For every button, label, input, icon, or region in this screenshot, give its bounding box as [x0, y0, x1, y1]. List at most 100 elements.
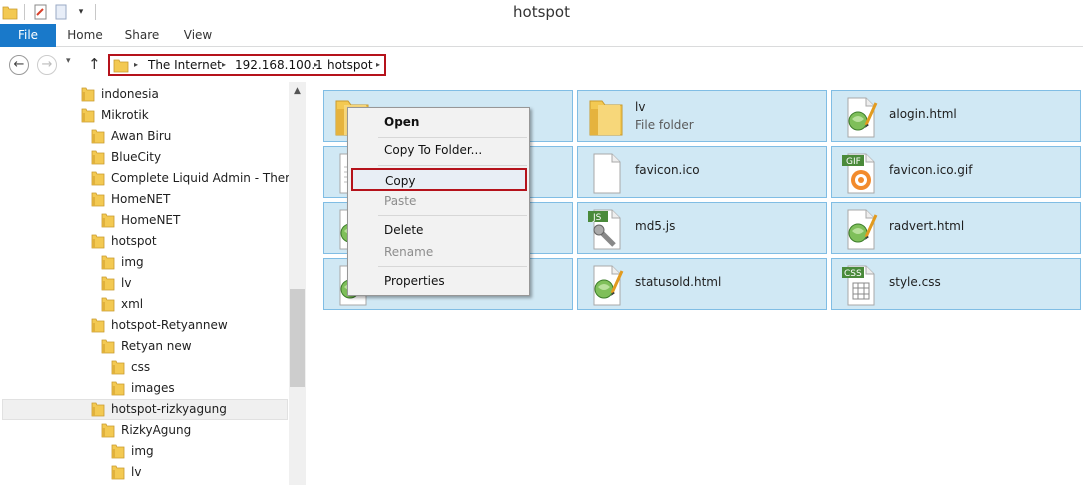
recent-locations-chevron-icon[interactable]: ▾	[66, 56, 71, 66]
breadcrumb-arrow-icon[interactable]: ▸	[222, 60, 226, 69]
file-name: radvert.html	[889, 219, 965, 233]
folder-icon	[100, 339, 116, 361]
file-name: favicon.ico.gif	[889, 163, 973, 177]
menu-item-paste[interactable]: Paste	[350, 190, 527, 212]
file-item[interactable]: statusold.html	[577, 258, 827, 310]
folder-tree: indonesia Mikrotik Awan Biru BlueCity Comple…	[0, 82, 289, 485]
tab-share[interactable]: Share	[116, 24, 168, 47]
sidebar-item-label: images	[131, 381, 175, 395]
menu-item-delete[interactable]: Delete	[350, 219, 527, 241]
file-item[interactable]: favicon.ico	[577, 146, 827, 198]
gif-file-icon: GIF	[838, 151, 882, 195]
sidebar-item-label: xml	[121, 297, 144, 311]
address-bar[interactable]: ▸ The Internet ▸ 192.168.100.1 ▸ hotspot…	[108, 54, 386, 76]
menu-item-rename[interactable]: Rename	[350, 241, 527, 263]
breadcrumb-arrow-icon[interactable]: ▸	[376, 60, 380, 69]
sidebar-item-label: Retyan new	[121, 339, 192, 353]
folder-icon	[100, 255, 116, 277]
file-item[interactable]: alogin.html	[831, 90, 1081, 142]
breadcrumb-item[interactable]: hotspot	[327, 58, 373, 72]
breadcrumb-arrow-icon[interactable]: ▸	[134, 60, 138, 69]
file-name: md5.js	[635, 219, 676, 233]
breadcrumb-item[interactable]: 192.168.100.1	[235, 58, 323, 72]
menu-item-copy[interactable]: Copy	[351, 168, 527, 191]
sidebar-item-label: lv	[131, 465, 142, 479]
html-file-icon	[838, 207, 882, 251]
file-item[interactable]: JS md5.js	[577, 202, 827, 254]
divider	[378, 137, 527, 138]
scroll-up-arrow-icon[interactable]: ▲	[289, 86, 306, 96]
divider	[378, 215, 527, 216]
folder-icon	[584, 95, 628, 139]
file-name: favicon.ico	[635, 163, 700, 177]
html-file-icon	[584, 263, 628, 307]
sidebar-item-label: img	[121, 255, 144, 269]
navigation-pane: indonesia Mikrotik Awan Biru BlueCity Comple…	[0, 82, 307, 485]
ribbon-tabs: File Home Share View	[0, 24, 1083, 47]
folder-icon	[113, 58, 129, 76]
tab-file[interactable]: File	[0, 24, 56, 47]
file-name: alogin.html	[889, 107, 957, 121]
navigation-bar: ← → ▾ ↑ ▸ The Internet ▸ 192.168.100.1 ▸…	[0, 48, 1083, 82]
file-name: style.css	[889, 275, 941, 289]
folder-icon	[100, 423, 116, 445]
folder-icon	[110, 465, 126, 485]
sidebar-item-label: Awan Biru	[111, 129, 172, 143]
folder-icon	[90, 192, 106, 214]
sidebar-item-label: css	[131, 360, 151, 374]
folder-icon	[80, 108, 96, 130]
folder-icon	[110, 444, 126, 466]
folder-icon	[80, 87, 96, 109]
folder-icon	[110, 360, 126, 382]
folder-icon	[90, 234, 106, 256]
sidebar-item-label: Mikrotik	[101, 108, 149, 122]
file-type-label: File folder	[635, 118, 694, 132]
sidebar-item-label: hotspot	[111, 234, 157, 248]
file-item[interactable]: CSS style.css	[831, 258, 1081, 310]
sidebar-item-label: HomeNET	[111, 192, 171, 206]
css-file-icon: CSS	[838, 263, 882, 307]
svg-text:GIF: GIF	[846, 157, 861, 167]
folder-icon	[90, 129, 106, 151]
sidebar-item-label: hotspot-rizkyagung	[111, 402, 227, 416]
svg-text:JS: JS	[592, 213, 602, 223]
breadcrumb-item[interactable]: The Internet	[148, 58, 222, 72]
sidebar-item-label: hotspot-Retyannew	[111, 318, 228, 332]
folder-icon	[90, 171, 106, 193]
up-button[interactable]: ↑	[88, 55, 101, 73]
folder-icon	[90, 402, 106, 424]
sidebar-item-label: HomeNET	[121, 213, 181, 227]
scrollbar[interactable]	[289, 82, 306, 485]
sidebar-item-label: indonesia	[101, 87, 159, 101]
divider	[378, 165, 527, 166]
menu-item-open[interactable]: Open	[350, 111, 527, 133]
file-item[interactable]: lv File folder	[577, 90, 827, 142]
file-item[interactable]: radvert.html	[831, 202, 1081, 254]
breadcrumb-arrow-icon[interactable]: ▸	[314, 60, 318, 69]
divider	[378, 266, 527, 267]
tab-home[interactable]: Home	[60, 24, 110, 47]
title-bar: ▾ hotspot	[0, 0, 1083, 24]
folder-icon	[100, 276, 116, 298]
sidebar-item-label: img	[131, 444, 154, 458]
blank-file-icon	[584, 151, 628, 195]
svg-text:CSS: CSS	[844, 269, 862, 279]
menu-item-properties[interactable]: Properties	[350, 270, 527, 292]
folder-icon	[90, 318, 106, 340]
sidebar-item-label: BlueCity	[111, 150, 162, 164]
sidebar-item-label: RizkyAgung	[121, 423, 192, 437]
file-name: lv	[635, 100, 646, 114]
sidebar-item-label: lv	[121, 276, 132, 290]
back-button[interactable]: ←	[9, 55, 29, 75]
folder-icon	[90, 150, 106, 172]
file-item[interactable]: GIF favicon.ico.gif	[831, 146, 1081, 198]
context-menu: Open Copy To Folder... Copy Paste Delete…	[347, 107, 530, 296]
scrollbar-thumb[interactable]	[290, 289, 305, 387]
tab-view[interactable]: View	[174, 24, 222, 47]
sidebar-item-label: Complete Liquid Admin - ThemeF	[111, 171, 289, 185]
menu-item-copy-to-folder[interactable]: Copy To Folder...	[350, 139, 527, 161]
window-title: hotspot	[513, 3, 570, 21]
html-file-icon	[838, 95, 882, 139]
file-name: statusold.html	[635, 275, 722, 289]
forward-button[interactable]: →	[37, 55, 57, 75]
